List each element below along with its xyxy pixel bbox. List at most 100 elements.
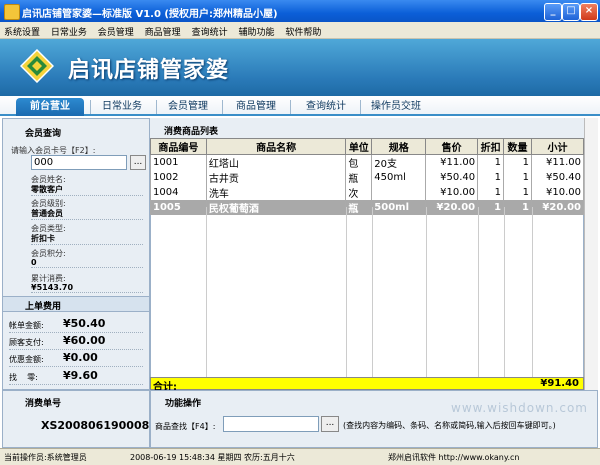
- tab-product-management[interactable]: 商品管理: [226, 98, 286, 116]
- col-header-qty[interactable]: 数量: [503, 138, 532, 155]
- product-table[interactable]: 商品编号 商品名称 单位 规格 售价 折扣 数量 小计 1001 红塔山 包 2…: [150, 138, 585, 215]
- logo-icon: [20, 49, 54, 83]
- product-search-input[interactable]: [223, 416, 319, 432]
- table-row[interactable]: 1004 洗车 次 ¥10.00 1 1 ¥10.00: [150, 185, 585, 200]
- cell-qty: 1: [503, 185, 532, 200]
- tab-operator-handover[interactable]: 操作员交班: [362, 98, 430, 116]
- function-section-title: 功能操作: [165, 399, 202, 409]
- app-icon: [4, 4, 20, 20]
- banner: 启讯店铺管家婆: [0, 39, 600, 96]
- cell-name: 红塔山: [205, 154, 347, 170]
- menu-auxiliary[interactable]: 辅助功能: [234, 22, 278, 38]
- close-button[interactable]: ×: [580, 3, 598, 21]
- card-number-input[interactable]: 000: [31, 155, 127, 170]
- card-browse-button[interactable]: ...: [130, 155, 146, 170]
- col-header-price[interactable]: 售价: [425, 138, 479, 155]
- col-header-unit[interactable]: 单位: [345, 138, 373, 155]
- maximize-button[interactable]: □: [562, 3, 580, 21]
- bill-amount-row: 帐单金额: ¥50.40: [9, 317, 143, 333]
- window-title: 启讯店铺管家婆—标准版 V1.0 (授权用户:郑州精品小屋): [22, 9, 278, 20]
- bill-section-title: 上单费用: [25, 302, 62, 312]
- cell-discount: 1: [477, 185, 505, 200]
- cell-spec: 500ml: [371, 200, 427, 215]
- paid-value: ¥60.00: [63, 334, 106, 347]
- col-header-code[interactable]: 商品编号: [150, 138, 207, 155]
- cell-price: ¥20.00: [425, 200, 479, 215]
- total-bar: 合计: ¥91.40: [150, 377, 584, 393]
- vertical-scrollbar[interactable]: [584, 118, 598, 390]
- total-value: ¥91.40: [540, 378, 579, 389]
- menu-system-settings[interactable]: 系统设置: [0, 22, 44, 38]
- cell-subtotal: ¥10.00: [530, 185, 585, 200]
- menu-daily-business[interactable]: 日常业务: [47, 22, 91, 38]
- cell-code: 1002: [150, 170, 207, 185]
- menu-help[interactable]: 软件帮助: [281, 22, 325, 38]
- table-row[interactable]: 1001 红塔山 包 20支 ¥11.00 1 1 ¥11.00: [150, 154, 585, 170]
- table-row[interactable]: 1002 古井贡 瓶 450ml ¥50.40 1 1 ¥50.40: [150, 170, 585, 185]
- member-panel: 会员查询 请输入会员卡号【F2】: 000 ... 会员姓名: 零散客户 会员级…: [2, 118, 150, 390]
- cell-code: 1005: [150, 200, 207, 215]
- minimize-button[interactable]: _: [544, 3, 562, 21]
- bill-amount-value: ¥50.40: [63, 317, 106, 330]
- cell-unit: 次: [345, 185, 373, 200]
- status-operator: 当前操作员:系统管理员: [4, 453, 87, 462]
- cell-unit: 包: [345, 154, 373, 170]
- product-list-title: 消费商品列表: [164, 127, 219, 137]
- tab-strip: 前台营业 日常业务 会员管理 商品管理 查询统计 操作员交班: [0, 96, 600, 116]
- cell-subtotal: ¥20.00: [530, 200, 585, 215]
- cell-spec: 20支: [371, 154, 427, 170]
- col-header-subtotal[interactable]: 小计: [530, 138, 585, 155]
- product-search-label: 商品查找【F4】:: [155, 422, 216, 431]
- search-hint: (查找内容为编码、条码、名称或简码,输入后按回车键即可。): [343, 421, 556, 430]
- cell-unit: 瓶: [345, 170, 373, 185]
- order-section-title: 消费单号: [25, 399, 62, 409]
- bill-amount-label: 帐单金额:: [9, 321, 44, 330]
- banner-title: 启讯店铺管家婆: [68, 58, 230, 83]
- change-label: 找 零:: [9, 373, 38, 382]
- cell-qty: 1: [503, 200, 532, 215]
- paid-label: 顾客支付:: [9, 338, 44, 347]
- cell-price: ¥10.00: [425, 185, 479, 200]
- menu-product-management[interactable]: 商品管理: [141, 22, 185, 38]
- table-header-row: 商品编号 商品名称 单位 规格 售价 折扣 数量 小计: [150, 138, 585, 155]
- table-row-selected[interactable]: 1005 民权葡萄酒 瓶 500ml ¥20.00 1 1 ¥20.00: [150, 200, 585, 215]
- cell-spec: [371, 185, 427, 200]
- cell-subtotal: ¥11.00: [530, 154, 585, 170]
- status-bar: 当前操作员:系统管理员 2008-06-19 15:48:34 星期四 农历:五…: [0, 448, 600, 465]
- menu-member-management[interactable]: 会员管理: [94, 22, 138, 38]
- order-number: XS200806190008: [41, 419, 150, 432]
- cell-price: ¥11.00: [425, 154, 479, 170]
- cell-name: 古井贡: [205, 170, 347, 185]
- col-header-discount[interactable]: 折扣: [477, 138, 505, 155]
- cell-price: ¥50.40: [425, 170, 479, 185]
- watermark: www.wishdown.com: [451, 401, 588, 415]
- tab-member-management[interactable]: 会员管理: [158, 98, 218, 116]
- menu-query-statistics[interactable]: 查询统计: [188, 22, 232, 38]
- col-header-spec[interactable]: 规格: [371, 138, 427, 155]
- cell-code: 1004: [150, 185, 207, 200]
- cell-subtotal: ¥50.40: [530, 170, 585, 185]
- total-consumption-value: ¥5143.70: [31, 283, 143, 293]
- paid-row: 顾客支付: ¥60.00: [9, 334, 143, 350]
- discount-value: ¥0.00: [63, 351, 98, 364]
- tab-daily-business[interactable]: 日常业务: [92, 98, 152, 116]
- menu-bar: 系统设置 日常业务 会员管理 商品管理 查询统计 辅助功能 软件帮助: [0, 22, 600, 39]
- bill-section-header: 上单费用: [3, 296, 149, 312]
- level-value: 普通会员: [31, 208, 143, 220]
- change-row: 找 零: ¥9.60: [9, 369, 143, 385]
- tab-query-statistics[interactable]: 查询统计: [296, 98, 356, 116]
- cell-name: 民权葡萄酒: [205, 200, 347, 215]
- change-value: ¥9.60: [63, 369, 98, 382]
- cell-qty: 1: [503, 170, 532, 185]
- cell-discount: 1: [477, 170, 505, 185]
- tab-front-sales[interactable]: 前台营业: [16, 98, 84, 116]
- function-panel: 功能操作 商品查找【F4】: ... (查找内容为编码、条码、名称或简码,输入后…: [150, 390, 598, 448]
- cell-unit: 瓶: [345, 200, 373, 215]
- title-bar: 启讯店铺管家婆—标准版 V1.0 (授权用户:郑州精品小屋) _ □ ×: [0, 0, 600, 22]
- member-section-title: 会员查询: [25, 129, 62, 139]
- cell-qty: 1: [503, 154, 532, 170]
- order-panel: 消费单号 XS200806190008: [2, 390, 150, 448]
- cell-discount: 1: [477, 154, 505, 170]
- product-browse-button[interactable]: ...: [321, 416, 339, 432]
- col-header-name[interactable]: 商品名称: [205, 138, 347, 155]
